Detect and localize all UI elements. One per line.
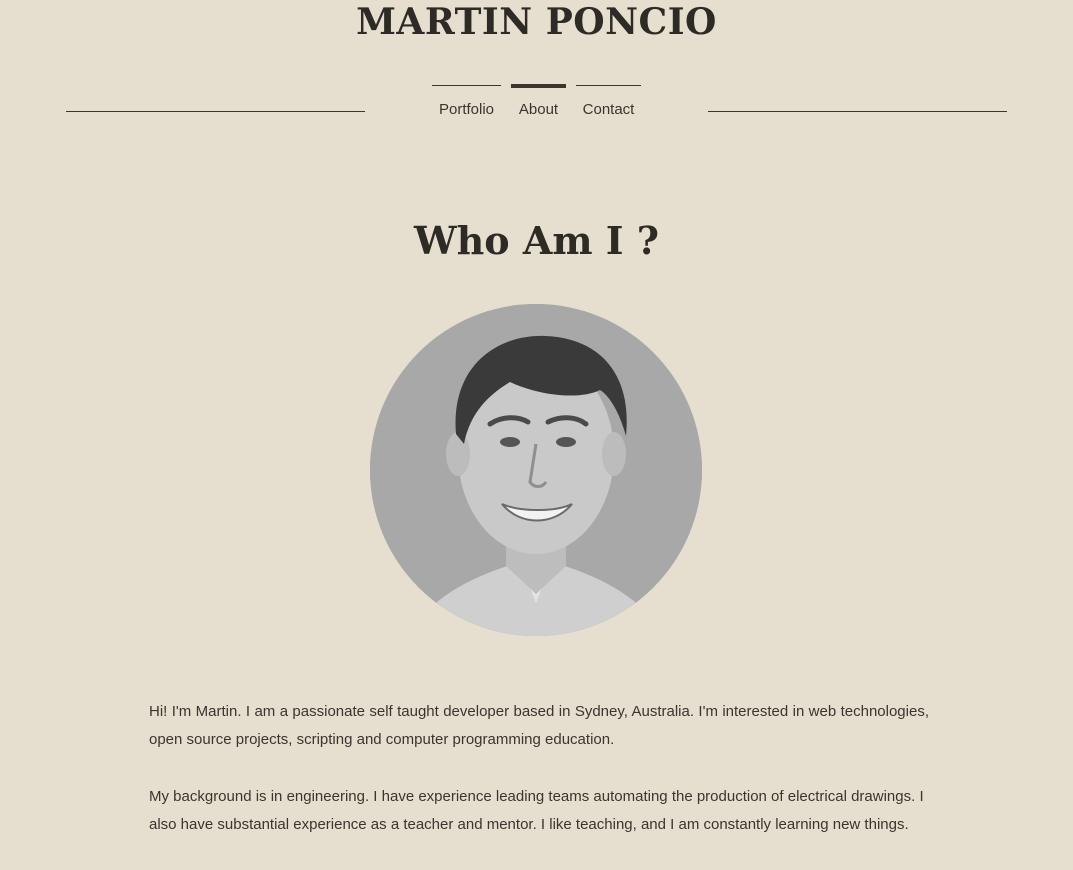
nav-item-contact[interactable]: Contact [576,84,641,124]
nav-item-label: Contact [582,101,635,118]
about-heading: Who Am I ? [413,218,660,263]
nav-indicator [576,85,641,86]
bio-paragraph-background: My background is in engineering. I have … [149,788,924,833]
site-title[interactable]: MARTIN PONCIO [0,0,1073,44]
nav-item-label: Portfolio [438,101,495,118]
profile-photo [370,304,702,636]
nav-active-indicator [511,84,566,88]
nav-item-label: About [518,101,559,118]
bio-paragraph-intro: Hi! I'm Martin. I am a passionate self t… [149,703,929,748]
main-navigation: Portfolio About Contact [0,84,1073,124]
nav-item-about[interactable]: About [511,84,566,124]
nav-item-portfolio[interactable]: Portfolio [432,84,501,124]
portrait-illustration [370,304,702,636]
nav-indicator [432,85,501,86]
